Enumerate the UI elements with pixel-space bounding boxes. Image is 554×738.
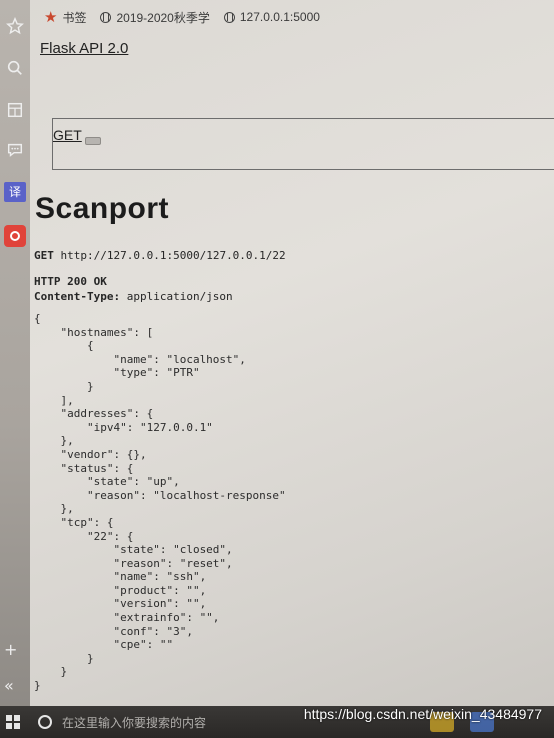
api-title-link[interactable]: Flask API 2.0 [40, 40, 128, 57]
header-name: Content-Type: [34, 290, 121, 303]
star-icon: ★ [44, 8, 58, 26]
get-submit-button[interactable] [85, 137, 101, 145]
bookmark-course[interactable]: 2019-2020秋季学 [100, 9, 210, 26]
page-title: Scanport [35, 192, 170, 225]
get-method-panel: GET [52, 118, 554, 170]
globe-icon [223, 11, 235, 23]
json-response-body: { "hostnames": [ { "name": "localhost", … [34, 312, 286, 693]
response-status: HTTP 200 OK [34, 275, 107, 288]
get-link[interactable]: GET [53, 127, 82, 143]
translate-app-icon[interactable]: 译 [4, 182, 26, 202]
response-headers: HTTP 200 OK Content-Type: application/js… [34, 274, 233, 304]
search-icon[interactable] [3, 56, 27, 80]
content-type-header: Content-Type: application/json [34, 289, 233, 304]
windows-start-icon[interactable] [6, 715, 20, 729]
chat-icon[interactable] [3, 138, 27, 162]
bookmark-favorites[interactable]: ★ 书签 [44, 9, 86, 26]
plus-icon[interactable]: + [4, 640, 17, 659]
translate-icon[interactable] [3, 98, 27, 122]
star-outline-icon[interactable] [3, 14, 27, 38]
bookmark-localhost[interactable]: 127.0.0.1:5000 [223, 10, 320, 24]
cortana-icon[interactable] [38, 715, 52, 729]
taskbar-search-input[interactable]: 在这里输入你要搜索的内容 [62, 714, 206, 731]
bookmark-label: 2019-2020秋季学 [116, 10, 210, 25]
request-line: GET http://127.0.0.1:5000/127.0.0.1/22 [34, 249, 286, 262]
record-app-icon[interactable] [4, 225, 26, 247]
browser-sidebar: 译 + « [0, 0, 30, 706]
request-url: http://127.0.0.1:5000/127.0.0.1/22 [60, 249, 286, 262]
bookmarks-bar: ★ 书签 2019-2020秋季学 127.0.0.1:5000 [30, 0, 554, 34]
globe-icon [100, 11, 112, 23]
bookmark-label: 127.0.0.1:5000 [239, 10, 320, 24]
bookmark-label: 书签 [62, 10, 87, 25]
collapse-icon[interactable]: « [4, 676, 14, 695]
request-method: GET [34, 249, 54, 262]
header-value: application/json [126, 290, 233, 303]
watermark: https://blog.csdn.net/weixin_43484977 [303, 706, 542, 722]
